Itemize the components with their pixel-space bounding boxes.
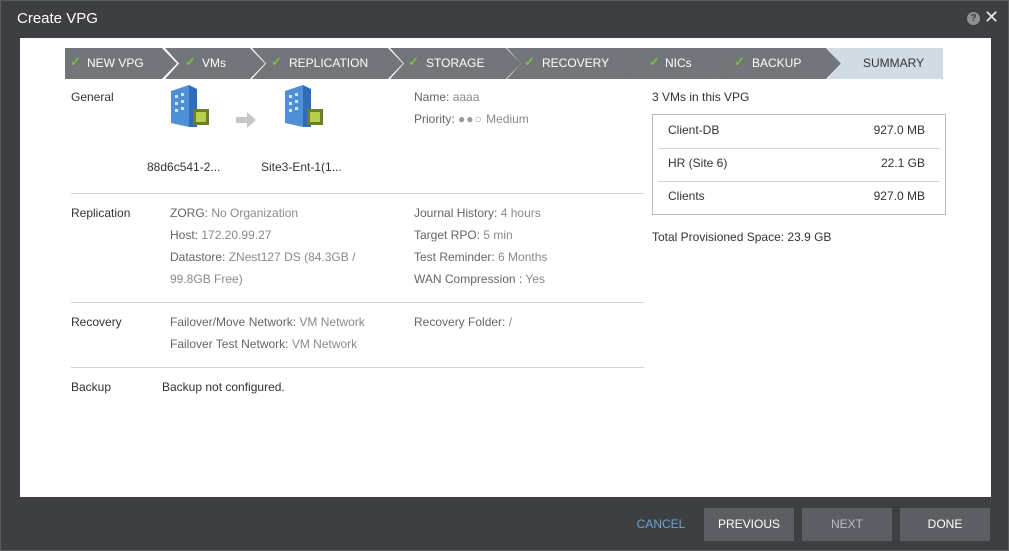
test-reminder-row: Test Reminder: 6 Months bbox=[414, 250, 548, 264]
datastore-row-continued: 99.8GB Free) bbox=[170, 272, 243, 286]
step-summary[interactable]: SUMMARY bbox=[827, 48, 943, 79]
source-site-name: 88d6c541-2... bbox=[147, 160, 221, 174]
vm-size: 927.0 MB bbox=[873, 123, 925, 137]
checkmark-icon: ✓ bbox=[734, 54, 745, 69]
step-label: STORAGE bbox=[426, 56, 485, 70]
divider bbox=[71, 302, 644, 303]
done-button[interactable]: DONE bbox=[900, 508, 990, 541]
step-recovery[interactable]: ✓ RECOVERY bbox=[507, 48, 646, 79]
step-label: NICs bbox=[665, 56, 692, 70]
checkmark-icon: ✓ bbox=[70, 54, 81, 69]
journal-row: Journal History: 4 hours bbox=[414, 206, 541, 220]
priority-dots-icon: ●●○ bbox=[458, 112, 483, 126]
list-item[interactable]: Clients 927.0 MB bbox=[658, 181, 940, 214]
vm-name: HR (Site 6) bbox=[668, 156, 728, 170]
total-provisioned-space: Total Provisioned Space: 23.9 GB bbox=[652, 230, 832, 244]
backup-heading: Backup bbox=[71, 380, 112, 394]
checkmark-icon: ✓ bbox=[271, 54, 282, 69]
vm-size: 927.0 MB bbox=[873, 189, 925, 203]
dialog-title: Create VPG bbox=[17, 10, 98, 27]
name-value: aaaa bbox=[452, 90, 480, 104]
priority-value: Medium bbox=[486, 112, 529, 126]
previous-button[interactable]: PREVIOUS bbox=[704, 508, 794, 541]
target-site-name: Site3-Ent-1(1... bbox=[261, 160, 342, 174]
checkmark-icon: ✓ bbox=[524, 54, 535, 69]
next-button[interactable]: NEXT bbox=[802, 508, 892, 541]
wizard-content-panel: ✓ NEW VPG ✓ VMs ✓ REPLICATION ✓ STORAGE bbox=[20, 38, 991, 497]
test-network-row: Failover Test Network: VM Network bbox=[170, 337, 358, 351]
title-bar: Create VPG ? ✕ bbox=[1, 1, 1008, 37]
step-label: BACKUP bbox=[752, 56, 802, 70]
datastore-row: Datastore: ZNest127 DS (84.3GB / bbox=[170, 250, 356, 264]
wizard-steps: ✓ NEW VPG ✓ VMs ✓ REPLICATION ✓ STORAGE bbox=[65, 48, 943, 79]
vm-size: 22.1 GB bbox=[880, 156, 925, 170]
checkmark-icon: ✓ bbox=[408, 54, 419, 69]
source-site-icon bbox=[171, 85, 209, 127]
wan-compression-row: WAN Compression : Yes bbox=[414, 272, 545, 286]
zorg-row: ZORG: No Organization bbox=[170, 206, 299, 220]
host-row: Host: 172.20.99.27 bbox=[170, 228, 272, 242]
step-backup[interactable]: ✓ BACKUP bbox=[716, 48, 841, 79]
step-label: NEW VPG bbox=[87, 56, 144, 70]
replication-heading: Replication bbox=[71, 206, 131, 220]
step-storage[interactable]: ✓ STORAGE bbox=[390, 48, 521, 79]
checkmark-icon: ✓ bbox=[649, 54, 660, 69]
step-replication[interactable]: ✓ REPLICATION bbox=[252, 48, 403, 79]
step-label: SUMMARY bbox=[863, 56, 925, 70]
step-label: REPLICATION bbox=[289, 56, 369, 70]
close-icon[interactable]: ✕ bbox=[984, 8, 999, 26]
target-site-icon bbox=[285, 85, 323, 127]
list-item[interactable]: HR (Site 6) 22.1 GB bbox=[658, 148, 940, 181]
step-new-vpg[interactable]: ✓ NEW VPG bbox=[65, 48, 177, 79]
help-icon[interactable]: ? bbox=[967, 12, 980, 25]
priority-row: Priority: ●●○ Medium bbox=[414, 112, 529, 126]
step-label: VMs bbox=[202, 56, 226, 70]
failover-network-row: Failover/Move Network: VM Network bbox=[170, 315, 365, 329]
recovery-folder-row: Recovery Folder: / bbox=[414, 315, 513, 329]
step-label: RECOVERY bbox=[542, 56, 610, 70]
checkmark-icon: ✓ bbox=[185, 54, 196, 69]
create-vpg-dialog: Create VPG ? ✕ ✓ NEW VPG ✓ VMs ✓ REPLICA… bbox=[0, 0, 1009, 551]
divider bbox=[71, 193, 644, 194]
backup-status: Backup not configured. bbox=[162, 380, 285, 394]
arrow-right-icon bbox=[236, 112, 256, 128]
vm-list: Client-DB 927.0 MB HR (Site 6) 22.1 GB C… bbox=[652, 114, 946, 215]
cancel-button[interactable]: CANCEL bbox=[629, 508, 693, 541]
step-vms[interactable]: ✓ VMs bbox=[165, 48, 265, 79]
vm-count-heading: 3 VMs in this VPG bbox=[652, 90, 750, 104]
name-label: Name: aaaa bbox=[414, 90, 480, 104]
vm-name: Client-DB bbox=[668, 123, 720, 137]
general-heading: General bbox=[71, 90, 114, 104]
rpo-row: Target RPO: 5 min bbox=[414, 228, 513, 242]
recovery-heading: Recovery bbox=[71, 315, 122, 329]
divider bbox=[71, 367, 644, 368]
vm-name: Clients bbox=[668, 189, 705, 203]
list-item[interactable]: Client-DB 927.0 MB bbox=[658, 115, 940, 148]
